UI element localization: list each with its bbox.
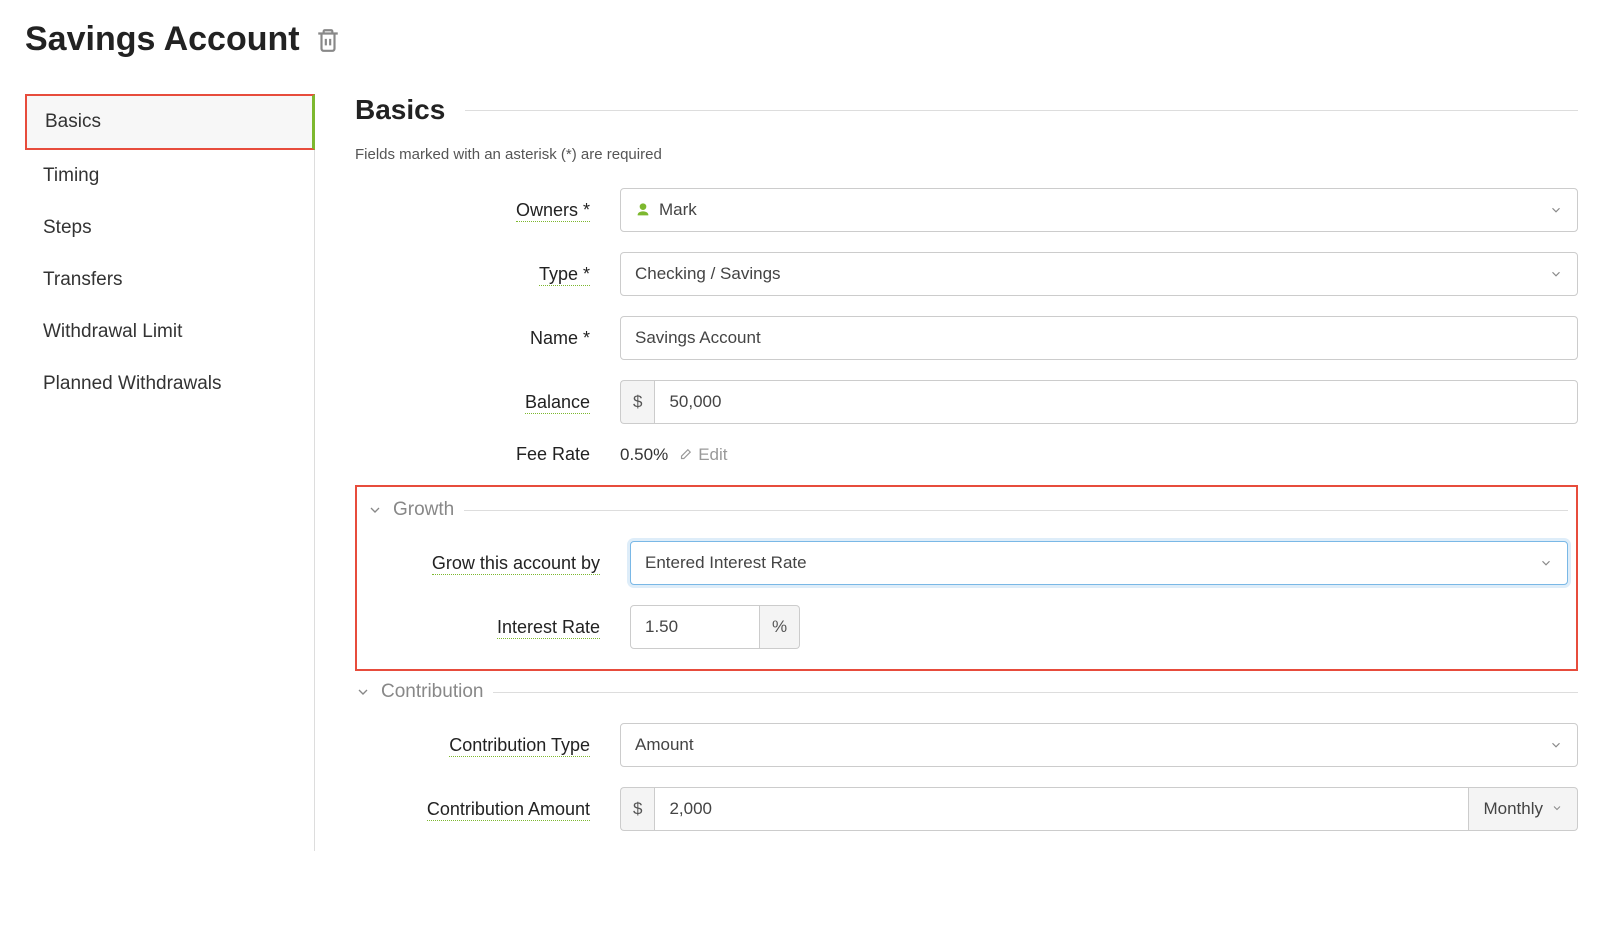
sidebar-item-timing[interactable]: Timing bbox=[25, 150, 314, 202]
contribution-frequency-select[interactable]: Monthly bbox=[1469, 787, 1578, 831]
chevron-down-icon bbox=[1549, 203, 1563, 217]
trash-icon[interactable] bbox=[315, 27, 341, 53]
chevron-down-icon bbox=[1551, 799, 1563, 819]
interest-rate-input[interactable] bbox=[630, 605, 760, 649]
fee-rate-label: Fee Rate bbox=[355, 444, 620, 465]
sidebar-item-transfers[interactable]: Transfers bbox=[25, 254, 314, 306]
edit-link[interactable]: Edit bbox=[698, 445, 727, 465]
chevron-down-icon bbox=[1549, 267, 1563, 281]
person-icon bbox=[635, 202, 651, 218]
page-title: Savings Account bbox=[25, 20, 300, 59]
section-rule bbox=[465, 110, 1578, 111]
chevron-down-icon bbox=[1539, 556, 1553, 570]
grow-by-select[interactable]: Entered Interest Rate bbox=[630, 541, 1568, 585]
contribution-amount-input[interactable] bbox=[654, 787, 1469, 831]
currency-symbol: $ bbox=[620, 787, 654, 831]
currency-symbol: $ bbox=[620, 380, 654, 424]
sidebar-item-withdrawal-limit[interactable]: Withdrawal Limit bbox=[25, 306, 314, 358]
contribution-type-select[interactable]: Amount bbox=[620, 723, 1578, 767]
section-title: Basics bbox=[355, 94, 445, 126]
required-note: Fields marked with an asterisk (*) are r… bbox=[355, 146, 1578, 163]
owners-value: Mark bbox=[659, 200, 697, 220]
owners-label: Owners * bbox=[355, 200, 620, 221]
contribution-section-title: Contribution bbox=[381, 681, 483, 703]
type-value: Checking / Savings bbox=[635, 264, 781, 284]
pencil-icon[interactable] bbox=[678, 448, 692, 462]
contribution-amount-label: Contribution Amount bbox=[355, 799, 620, 820]
contribution-type-value: Amount bbox=[635, 735, 694, 755]
chevron-down-icon[interactable] bbox=[367, 502, 383, 518]
contribution-type-label: Contribution Type bbox=[355, 735, 620, 756]
growth-section-title: Growth bbox=[393, 499, 454, 521]
chevron-down-icon bbox=[1549, 738, 1563, 752]
chevron-down-icon[interactable] bbox=[355, 684, 371, 700]
growth-section-highlight: Growth Grow this account by Entered Inte… bbox=[355, 485, 1578, 671]
growth-rule bbox=[464, 510, 1568, 511]
interest-rate-label: Interest Rate bbox=[365, 617, 630, 638]
sidebar-item-basics[interactable]: Basics bbox=[25, 94, 315, 150]
grow-by-label: Grow this account by bbox=[365, 553, 630, 574]
name-input[interactable] bbox=[620, 316, 1578, 360]
fee-rate-value: 0.50% bbox=[620, 445, 668, 465]
balance-label: Balance bbox=[355, 392, 620, 413]
sidebar-item-planned-withdrawals[interactable]: Planned Withdrawals bbox=[25, 358, 314, 410]
name-label: Name * bbox=[355, 328, 620, 349]
grow-by-value: Entered Interest Rate bbox=[645, 553, 807, 573]
type-label: Type * bbox=[355, 264, 620, 285]
type-select[interactable]: Checking / Savings bbox=[620, 252, 1578, 296]
percent-suffix: % bbox=[760, 605, 800, 649]
owners-select[interactable]: Mark bbox=[620, 188, 1578, 232]
sidebar-item-steps[interactable]: Steps bbox=[25, 202, 314, 254]
sidebar: Basics Timing Steps Transfers Withdrawal… bbox=[25, 94, 315, 851]
contribution-frequency-value: Monthly bbox=[1483, 799, 1543, 819]
contribution-rule bbox=[493, 692, 1578, 693]
balance-input[interactable] bbox=[654, 380, 1578, 424]
